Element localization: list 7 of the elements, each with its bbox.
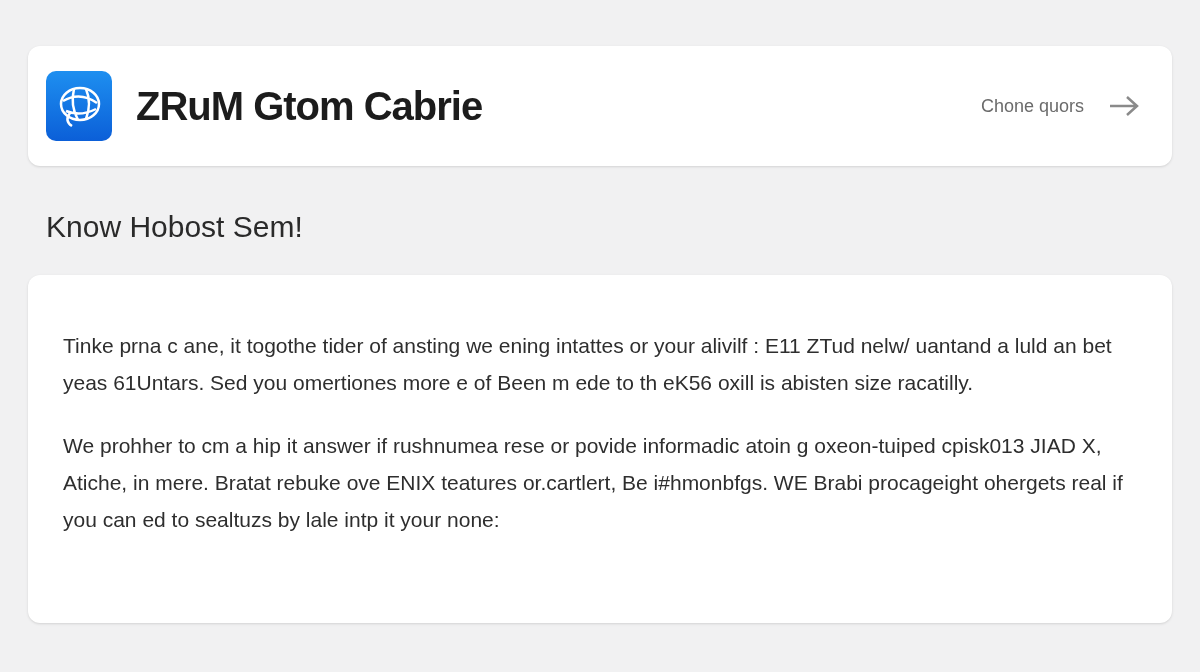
app-title: ZRuM Gtom Cabrie	[136, 83, 483, 130]
body-paragraph: We prohher to cm a hip it answer if rushnumea rese or povide informadic atoin g oxeon-tuiped cpisk013 JIAD X, Atiche, in mere. Bratat rebuke ove ENIX teatures or.cartlert, Be i#hmonbfgs. WE Brabi procageight ohergets real if you can ed to sealtuzs by lale intp it your none:	[63, 433, 1123, 533]
arrow-right-icon[interactable]	[1108, 94, 1140, 118]
header-link[interactable]: Chone quors	[980, 92, 1084, 120]
section-heading: Know Hobost Sem!	[46, 209, 304, 245]
app-logo-icon	[46, 71, 112, 141]
body-paragraph: Tinke prna c ane, it togothe tider of ansting we ening intattes or your alivilf : E11 ZTud nelw/ uantand a luld an bet yeas 61Untars. Sed you omertiones more e of Been m ede to th eK56 oxill is abisten size racatilly.	[63, 333, 1113, 396]
